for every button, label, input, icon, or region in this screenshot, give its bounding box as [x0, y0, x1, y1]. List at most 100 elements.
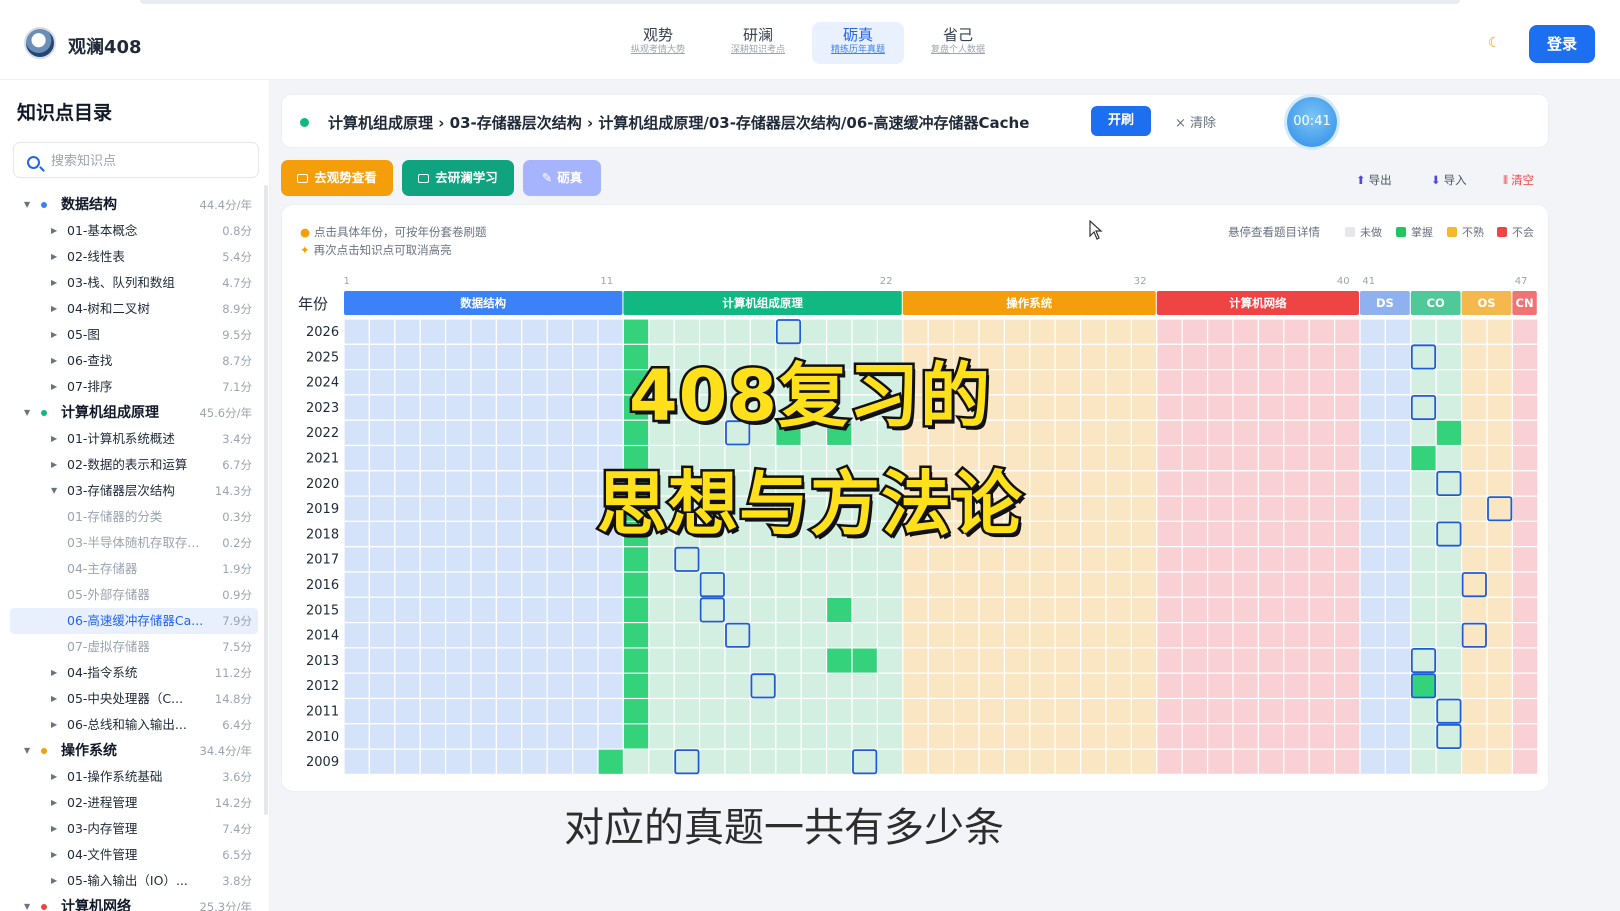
tree-chapter-item[interactable]: ▶ 03-栈、队列和数组 4.7分: [10, 270, 258, 296]
go-trend-button[interactable]: 去观势查看: [281, 160, 393, 196]
chevron-right-icon[interactable]: ▶: [51, 764, 61, 790]
chevron-right-icon[interactable]: ▶: [51, 660, 61, 686]
tree-item-score: 6.4分: [222, 718, 252, 732]
tree-subject-item[interactable]: ▼ 计算机网络 25.3分/年: [10, 894, 258, 911]
tree-item-score: 11.2分: [214, 666, 252, 680]
main-nav: 观势 纵观考情大势 研澜 深耕知识考点 砺真 精练历年真题 省己 复盘个人数据: [612, 22, 1004, 64]
legend-swatch: [1447, 227, 1457, 237]
hover-hint: 悬停查看题目详情: [1228, 225, 1320, 239]
tree-chapter-item[interactable]: ▶ 04-指令系统 11.2分: [10, 660, 258, 686]
nav-item-study[interactable]: 研澜 深耕知识考点: [712, 22, 804, 64]
breadcrumb-bar: 计算机组成原理 › 03-存储器层次结构 › 计算机组成原理/03-存储器层次结…: [281, 94, 1549, 148]
practice-button[interactable]: ✎ 砺真: [523, 160, 601, 196]
tree-item-label: 01-操作系统基础: [67, 769, 163, 784]
tree-item-label: 06-高速缓冲存储器Ca...: [67, 613, 204, 628]
legend-label: 不会: [1512, 226, 1534, 239]
nav-item-title: 研澜: [742, 26, 773, 44]
chevron-right-icon[interactable]: ▶: [51, 296, 61, 322]
tree-subject-item[interactable]: ▼ 操作系统 34.4分/年: [10, 738, 258, 764]
chart-icon: [297, 174, 309, 183]
tip-year-click: ● 点击具体年份，可按年份套卷刷题: [300, 224, 487, 240]
search-icon: [27, 156, 40, 169]
chevron-right-icon[interactable]: ▶: [51, 712, 61, 738]
tree-item-score: 14.8分: [214, 692, 252, 706]
search-input[interactable]: [51, 151, 251, 171]
go-study-button[interactable]: 去研澜学习: [402, 160, 514, 196]
tree-topic-item[interactable]: 04-主存储器 1.9分: [10, 556, 258, 582]
practice-label: 砺真: [557, 170, 583, 185]
video-subtitle: 对应的真题一共有多少条: [564, 805, 1004, 851]
nav-item-trend[interactable]: 观势 纵观考情大势: [612, 22, 704, 64]
chevron-right-icon[interactable]: ▶: [51, 218, 61, 244]
search-box: [13, 142, 259, 178]
export-button[interactable]: ⬆ 导出: [1356, 172, 1392, 188]
tree-item-label: 03-栈、队列和数组: [67, 275, 175, 290]
tip-unhighlight: ✦ 再次点击知识点可取消高亮: [300, 242, 452, 258]
legend-swatch: [1345, 227, 1355, 237]
tree-item-label: 计算机网络: [61, 899, 131, 911]
login-button[interactable]: 登录: [1529, 25, 1595, 63]
nav-item-subtitle: 复盘个人数据: [930, 45, 985, 55]
tree-topic-item[interactable]: 07-虚拟存储器 7.5分: [10, 634, 258, 660]
clear-all-label: 清空: [1511, 173, 1535, 187]
tree-item-label: 操作系统: [61, 743, 117, 759]
pencil-icon: ✎: [541, 170, 553, 185]
tree-chapter-item[interactable]: ▶ 02-线性表 5.4分: [10, 244, 258, 270]
clear-all-button[interactable]: ⦀ 清空: [1503, 172, 1534, 188]
tree-item-label: 02-线性表: [67, 249, 125, 264]
tree-item-label: 01-基本概念: [67, 223, 138, 238]
top-navbar: 观澜408 观势 纵观考情大势 研澜 深耕知识考点 砺真 精练历年真题 省己 复…: [0, 0, 1620, 80]
nav-item-title: 观势: [642, 26, 673, 44]
chevron-right-icon[interactable]: ▶: [51, 270, 61, 296]
go-study-label: 去研澜学习: [435, 170, 498, 185]
tree-item-score: 44.4分/年: [199, 198, 252, 212]
subject-dot: [41, 748, 47, 754]
chevron-down-icon[interactable]: ▼: [24, 192, 34, 218]
tree-item-label: 06-总线和输入输出...: [67, 717, 187, 732]
nav-item-review[interactable]: 省己 复盘个人数据: [912, 22, 1004, 64]
tree-item-score: 25.3分/年: [199, 900, 252, 911]
start-practice-button[interactable]: 开刷: [1091, 106, 1151, 136]
tree-topic-item[interactable]: 06-高速缓冲存储器Ca... 7.9分: [10, 608, 258, 634]
nav-item-subtitle: 深耕知识考点: [730, 45, 785, 55]
logo-icon[interactable]: [24, 27, 56, 59]
overlay-title-line1: 408复习的: [626, 353, 992, 440]
tree-chapter-item[interactable]: ▶ 04-树和二叉树 8.9分: [10, 296, 258, 322]
nav-item-practice[interactable]: 砺真 精练历年真题: [812, 22, 904, 64]
clear-selection-button[interactable]: × 清除: [1175, 112, 1216, 131]
legend-swatch: [1497, 227, 1507, 237]
status-dot: [300, 118, 309, 127]
breadcrumb: 计算机组成原理 › 03-存储器层次结构 › 计算机组成原理/03-存储器层次结…: [328, 114, 1030, 132]
timer-badge[interactable]: 00:41: [1287, 97, 1337, 147]
overlay-title-line2: 思想与方法论: [595, 461, 1025, 548]
tree-item-score: 34.4分/年: [199, 744, 252, 758]
tree-chapter-item[interactable]: ▶ 05-输入输出（IO）... 3.8分: [10, 868, 258, 894]
tree-topic-item[interactable]: 05-外部存储器 0.9分: [10, 582, 258, 608]
legend-label: 不熟: [1462, 226, 1484, 239]
tree-subject-item[interactable]: ▼ 数据结构 44.4分/年: [10, 192, 258, 218]
legend-swatch: [1396, 227, 1406, 237]
tree-item-score: 0.9分: [222, 588, 252, 602]
chevron-right-icon[interactable]: ▶: [51, 868, 61, 894]
tree-chapter-item[interactable]: ▶ 06-总线和输入输出... 6.4分: [10, 712, 258, 738]
tree-item-score: 3.6分: [222, 770, 252, 784]
mouse-cursor-icon: [1089, 220, 1103, 240]
nav-item-subtitle: 精练历年真题: [830, 45, 885, 55]
chevron-down-icon[interactable]: ▼: [24, 738, 34, 764]
tree-item-score: 3.8分: [222, 874, 252, 888]
tree-chapter-item[interactable]: ▶ 05-中央处理器（C... 14.8分: [10, 686, 258, 712]
moon-icon[interactable]: ☾: [1488, 35, 1501, 51]
brand-name[interactable]: 观澜408: [68, 33, 142, 59]
tree-chapter-item[interactable]: ▶ 01-基本概念 0.8分: [10, 218, 258, 244]
tree-item-label: 05-中央处理器（C...: [67, 691, 184, 706]
tree-item-score: 4.7分: [222, 276, 252, 290]
legend-label: 未做: [1360, 226, 1382, 239]
tree-chapter-item[interactable]: ▶ 01-操作系统基础 3.6分: [10, 764, 258, 790]
tree-item-label: 数据结构: [61, 197, 117, 213]
chevron-right-icon[interactable]: ▶: [51, 686, 61, 712]
tip-text: 点击具体年份，可按年份套卷刷题: [314, 225, 487, 239]
import-button[interactable]: ⬇ 导入: [1431, 172, 1467, 188]
chevron-down-icon[interactable]: ▼: [24, 894, 34, 911]
tree-item-score: 5.4分: [222, 250, 252, 264]
chevron-right-icon[interactable]: ▶: [51, 244, 61, 270]
